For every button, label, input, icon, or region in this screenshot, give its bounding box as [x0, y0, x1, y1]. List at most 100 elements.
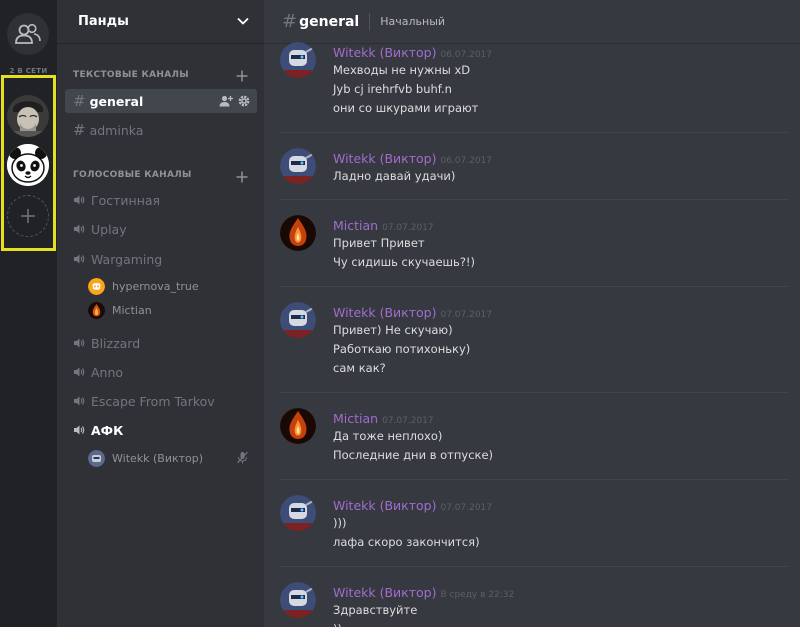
message-author[interactable]: Witekk (Виктор)	[333, 498, 436, 513]
speaker-icon	[73, 366, 85, 378]
channel-general[interactable]: # general	[65, 89, 257, 113]
message-body: Здравствуйте))	[333, 601, 417, 627]
message-line: ))	[333, 620, 417, 627]
message-author[interactable]: Witekk (Виктор)	[333, 151, 436, 166]
voice-channel-wargaming[interactable]: Wargaming	[65, 247, 257, 271]
chat-header: # general Начальный	[264, 0, 800, 44]
text-category-label[interactable]: ТЕКСТОВЫЕ КАНАЛЫ	[73, 70, 189, 80]
message-header: Mictian 07.07.2017	[333, 215, 434, 234]
message-line: )))	[333, 516, 347, 530]
hash-icon: #	[282, 11, 298, 32]
channel-label: Anno	[91, 364, 124, 380]
message-body: Да тоже неплохо) Последние дни в отпуске)	[333, 427, 493, 465]
message-author[interactable]: Witekk (Виктор)	[333, 585, 436, 600]
add-channel-icon[interactable]	[236, 171, 248, 183]
channel-label: Uplay	[91, 221, 127, 237]
robot-avatar-icon	[280, 42, 316, 78]
channel-label: Escape From Tarkov	[91, 393, 215, 409]
message-divider	[280, 286, 788, 287]
robot-avatar-icon	[280, 582, 316, 618]
voice-user-label: hypernova_true	[112, 279, 199, 293]
voice-channel-gostinnaya[interactable]: Гостинная	[65, 188, 257, 212]
add-channel-icon[interactable]	[236, 70, 248, 82]
voice-category-label[interactable]: ГОЛОСОВЫЕ КАНАЛЫ	[73, 170, 192, 180]
robot-avatar-icon	[280, 148, 316, 184]
robot-avatar-icon	[88, 449, 105, 467]
voice-channel-uplay[interactable]: Uplay	[65, 217, 257, 241]
message-timestamp: 06.07.2017	[440, 156, 492, 166]
server-avatar-man-icon	[7, 95, 49, 137]
message-line: Мехводы не нужны xD	[333, 63, 471, 77]
avatar[interactable]	[280, 582, 316, 618]
message-divider	[280, 479, 788, 480]
gear-icon[interactable]	[237, 94, 251, 108]
speaker-icon	[73, 337, 85, 349]
message-line: Ладно давай удачи)	[333, 169, 456, 183]
message-timestamp: В среду в 22:32	[440, 590, 515, 600]
speaker-icon	[73, 424, 85, 436]
server-button-1[interactable]	[7, 95, 49, 137]
header-divider	[369, 12, 371, 31]
voice-user-witekk[interactable]: Witekk (Виктор)	[88, 447, 203, 469]
avatar[interactable]	[280, 42, 316, 78]
channel-adminka[interactable]: # adminka	[65, 118, 257, 142]
message-line: Последние дни в отпуске)	[333, 448, 494, 462]
server-button-2[interactable]	[7, 144, 49, 186]
message-line: Привет) Не скучаю)	[333, 323, 453, 337]
message-divider	[280, 199, 788, 200]
speaker-icon	[73, 253, 85, 265]
avatar	[88, 277, 105, 295]
message-author[interactable]: Mictian	[333, 218, 378, 233]
guild-name: Панды	[78, 14, 129, 29]
invite-user-icon[interactable]	[219, 94, 233, 108]
add-server-button[interactable]	[7, 195, 49, 237]
flame-avatar-icon	[280, 215, 316, 251]
voice-user-mictian[interactable]: Mictian	[88, 299, 152, 321]
flame-avatar-icon	[88, 301, 105, 319]
message-author[interactable]: Witekk (Виктор)	[333, 45, 436, 60]
message-body: ))) лафа скоро закончится)	[333, 514, 480, 552]
message-header: Mictian 07.07.2017	[333, 408, 434, 427]
guild-header[interactable]: Панды	[57, 0, 264, 44]
message-author[interactable]: Mictian	[333, 411, 378, 426]
voice-channel-afk[interactable]: АФК	[65, 418, 257, 442]
message-body: Привет) Не скучаю) Работкаю потихоньку) са…	[333, 321, 470, 378]
server-rail: 2 В СЕТИ	[0, 0, 57, 627]
avatar[interactable]	[280, 495, 316, 531]
robot-avatar-icon	[280, 495, 316, 531]
chevron-down-icon	[237, 17, 249, 25]
avatar[interactable]	[280, 302, 316, 338]
voice-user-hypernova[interactable]: hypernova_true	[88, 275, 199, 297]
online-count: 2 В СЕТИ	[9, 67, 48, 75]
message-author[interactable]: Witekk (Виктор)	[333, 305, 436, 320]
mic-muted-icon	[237, 451, 248, 464]
voice-channel-blizzard[interactable]: Blizzard	[65, 331, 257, 355]
speaker-icon	[73, 194, 85, 206]
avatar	[88, 449, 105, 467]
avatar[interactable]	[280, 408, 316, 444]
message-timestamp: 07.07.2017	[382, 223, 434, 233]
message-header: Witekk (Виктор) 07.07.2017	[333, 495, 492, 514]
voice-channel-anno[interactable]: Anno	[65, 360, 257, 384]
plus-icon	[21, 209, 35, 223]
message-timestamp: 07.07.2017	[440, 503, 492, 513]
channel-label: Blizzard	[91, 335, 141, 351]
message-line: Работкаю потихоньку)	[333, 342, 471, 356]
message-line: лафа скоро закончится)	[333, 535, 480, 549]
channel-topic: Начальный	[380, 15, 446, 28]
message-divider	[280, 132, 788, 133]
avatar[interactable]	[280, 215, 316, 251]
message-line: Jyb cj irehrfvb buhf.n	[333, 82, 452, 96]
hash-icon: #	[73, 121, 86, 139]
channel-label: АФК	[91, 422, 124, 438]
message-header: Witekk (Виктор) 06.07.2017	[333, 148, 492, 167]
channel-tools	[219, 94, 251, 108]
message-line: Чу сидишь скучаешь?!)	[333, 255, 476, 269]
voice-channel-tarkov[interactable]: Escape From Tarkov	[65, 389, 257, 413]
hash-icon: #	[73, 92, 86, 110]
avatar[interactable]	[280, 148, 316, 184]
message-timestamp: 07.07.2017	[440, 310, 492, 320]
discord-default-avatar-icon	[88, 277, 105, 295]
friends-button[interactable]	[7, 13, 49, 55]
message-body: Ладно давай удачи)	[333, 167, 455, 186]
